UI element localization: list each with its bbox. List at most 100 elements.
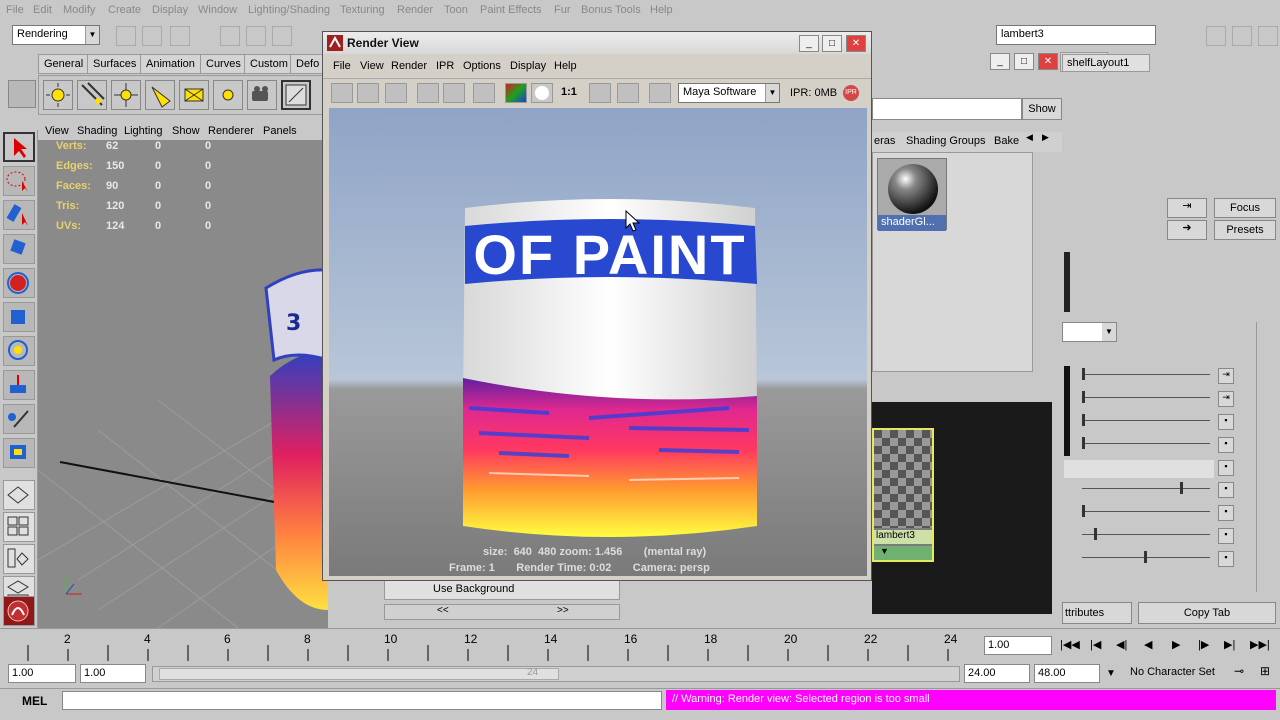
name-field[interactable]: lambert3 [996,25,1156,45]
keep-image-icon[interactable] [589,83,611,103]
menu-texturing[interactable]: Texturing [340,4,385,16]
rgb-channels-icon[interactable] [505,83,527,103]
lambert-node[interactable]: lambert3 ▼ [872,428,934,562]
menu-window[interactable]: Window [198,4,237,16]
slider-knob[interactable] [1082,437,1085,449]
area-light-icon[interactable] [179,80,209,110]
tab-curves[interactable]: Curves [200,54,247,74]
perspective-viewport[interactable]: 3 Verts: 62 0 0 Edges: 150 0 0 Faces: 90… [38,140,328,628]
attr-bump-field[interactable] [1064,460,1214,478]
scroll-left-icon[interactable]: << [437,605,449,616]
ambient-light-icon[interactable] [213,80,243,110]
rv-menu-display[interactable]: Display [510,60,546,72]
menu-help[interactable]: Help [650,4,673,16]
playback-start-field[interactable]: 1.00 [80,664,146,683]
slider-knob[interactable] [1180,482,1183,494]
start-time-field[interactable]: 1.00 [8,664,76,683]
slider-knob[interactable] [1082,414,1085,426]
tab-cameras[interactable]: eras [874,135,895,147]
spot-light-icon[interactable] [145,80,175,110]
material-swatch[interactable]: shaderGl... [877,158,947,231]
attr-type-dropdown[interactable]: ▼ [1062,322,1117,342]
renderer-dropdown[interactable]: Maya Software ▼ [678,83,780,103]
select-hierarchy-icon[interactable] [220,26,240,46]
mel-label[interactable]: MEL [22,694,47,708]
menu-bonus-tools[interactable]: Bonus Tools [581,4,641,16]
step-forward-frame-icon[interactable]: |▶ [1198,638,1209,651]
slider-knob[interactable] [1082,368,1085,380]
menu-lighting-shading[interactable]: Lighting/Shading [248,4,330,16]
map-button-icon[interactable]: ▪ [1218,528,1234,544]
focus-button[interactable]: Focus [1214,198,1276,218]
copy-tab-button[interactable]: Copy Tab [1138,602,1276,624]
attr-scrollbar[interactable] [1256,322,1274,592]
rv-menu-ipr[interactable]: IPR [436,60,454,72]
maximize-icon[interactable]: □ [822,35,842,52]
directional-light-icon[interactable] [77,80,107,110]
slider-knob[interactable] [1082,391,1085,403]
end-time-field[interactable]: 48.00 [1034,664,1100,683]
play-forwards-icon[interactable]: ▶ [1172,638,1180,651]
menu-modify[interactable]: Modify [63,4,95,16]
remove-image-icon[interactable] [617,83,639,103]
ipr-render-icon[interactable] [417,83,439,103]
tab-shading-groups[interactable]: Shading Groups [906,135,986,147]
focus-icon-button[interactable]: ⇥ [1167,198,1207,218]
last-tool-icon[interactable] [3,438,35,468]
go-to-end-icon[interactable]: ▶▶| [1250,638,1270,651]
attr-slider-ambient[interactable] [1082,420,1210,421]
hypershade-scroll[interactable]: << >> [384,604,620,620]
save-scene-icon[interactable] [170,26,190,46]
character-set-field[interactable]: No Character Set [1130,666,1215,678]
lasso-tool-icon[interactable] [3,166,35,196]
select-tool-icon[interactable] [3,132,35,162]
open-scene-icon[interactable] [142,26,162,46]
vp-menu-renderer[interactable]: Renderer [208,125,254,137]
scale-tool-icon[interactable] [3,302,35,332]
redo-render-icon[interactable] [331,83,353,103]
step-back-key-icon[interactable]: |◀ [1090,638,1101,651]
map-button-icon[interactable]: ▪ [1218,414,1234,430]
show-channel-box-icon[interactable] [1206,26,1226,46]
map-button-icon[interactable]: ⇥ [1218,391,1234,407]
step-forward-key-icon[interactable]: ▶| [1224,638,1235,651]
paint-select-tool-icon[interactable] [3,200,35,230]
tab-custom[interactable]: Custom [244,54,294,74]
minimize-icon[interactable]: _ [799,35,819,52]
alpha-channel-icon[interactable] [531,83,553,103]
minimize-icon[interactable]: _ [990,53,1010,70]
tab-shelf-layout[interactable]: shelfLayout1 [1062,54,1150,72]
map-button-icon[interactable]: ▪ [1218,437,1234,453]
tab-animation[interactable]: Animation [140,54,201,74]
move-tool-icon[interactable] [3,234,35,264]
show-button[interactable]: Show [1022,98,1062,120]
map-button-icon[interactable]: ▪ [1218,551,1234,567]
load-icon-button[interactable]: ➜ [1167,220,1207,240]
render-region-icon[interactable] [357,83,379,103]
hypershade-filter-field[interactable] [872,98,1022,120]
tab-general[interactable]: General [38,54,90,74]
light-icon[interactable] [43,80,73,110]
presets-button[interactable]: Presets [1214,220,1276,240]
chevron-down-icon[interactable]: ▼ [1106,668,1116,679]
tab-scroll-right-icon[interactable]: ▶ [1042,132,1049,143]
new-scene-icon[interactable] [116,26,136,46]
work-area[interactable]: lambert3 ▼ [872,402,1052,614]
tab-bake[interactable]: Bake [994,135,1019,147]
range-bar[interactable] [159,668,559,680]
anim-prefs-icon[interactable]: ⊞ [1260,664,1270,678]
universal-manipulator-icon[interactable] [3,336,35,366]
scroll-right-icon[interactable]: >> [557,605,569,616]
menu-display[interactable]: Display [152,4,188,16]
rv-menu-help[interactable]: Help [554,60,577,72]
outliner-layout-icon[interactable] [3,544,35,574]
camera-icon[interactable] [247,80,277,110]
render-view-titlebar[interactable]: Render View _ □ ✕ [323,32,871,54]
select-button[interactable]: ttributes [1062,602,1132,624]
menu-set-dropdown[interactable]: Rendering ▼ [12,25,100,45]
rv-menu-render[interactable]: Render [391,60,427,72]
rv-menu-file[interactable]: File [333,60,351,72]
slider-knob[interactable] [1094,528,1097,540]
snapshot-icon[interactable] [385,83,407,103]
single-pane-layout-icon[interactable] [3,480,35,510]
